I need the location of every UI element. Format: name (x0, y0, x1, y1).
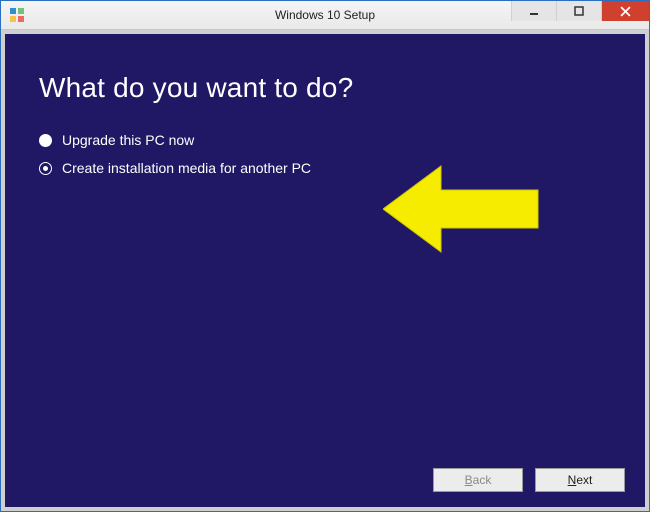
maximize-button[interactable] (556, 1, 601, 21)
radio-icon (39, 134, 52, 147)
window-controls (511, 1, 649, 21)
option-upgrade-now[interactable]: Upgrade this PC now (39, 132, 611, 148)
next-button[interactable]: Next (535, 468, 625, 492)
back-rest: ack (473, 473, 492, 487)
content-frame: What do you want to do? Upgrade this PC … (5, 34, 645, 507)
app-icon (9, 7, 25, 23)
window-root: Windows 10 Setup What do you want to do?… (0, 0, 650, 512)
option-create-media[interactable]: Create installation media for another PC (39, 160, 611, 176)
radio-icon (39, 162, 52, 175)
radio-group: Upgrade this PC now Create installation … (39, 132, 611, 176)
next-rest: ext (576, 473, 592, 487)
page-heading: What do you want to do? (39, 72, 611, 104)
arrow-annotation-icon (383, 162, 543, 262)
minimize-button[interactable] (511, 1, 556, 21)
back-button[interactable]: Back (433, 468, 523, 492)
titlebar[interactable]: Windows 10 Setup (1, 1, 649, 30)
content-inner: What do you want to do? Upgrade this PC … (5, 34, 645, 453)
option-label: Upgrade this PC now (62, 132, 194, 148)
back-accel: B (465, 473, 473, 487)
option-label: Create installation media for another PC (62, 160, 311, 176)
close-button[interactable] (601, 1, 649, 21)
button-bar: Back Next (5, 453, 645, 507)
